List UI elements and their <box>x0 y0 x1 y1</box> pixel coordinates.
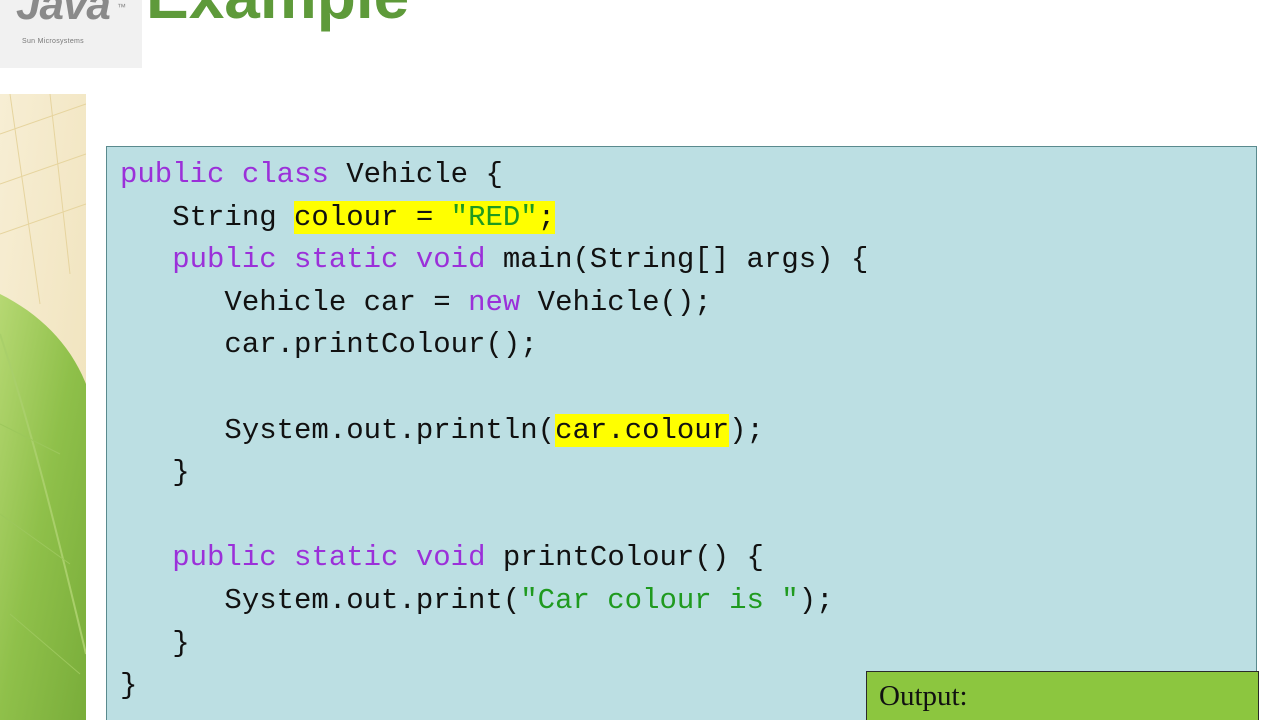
code-string: "Car colour is " <box>520 583 799 617</box>
code-keyword: static <box>294 541 399 575</box>
code-token: Vehicle car = <box>120 285 469 319</box>
code-line: System.out.println(car.colour); <box>120 410 868 453</box>
code-keyword: public <box>120 158 225 191</box>
code-keyword: public <box>172 541 277 575</box>
code-token: String <box>120 200 295 234</box>
code-token: System.out.print( <box>120 583 521 617</box>
code-keyword: new <box>468 285 521 319</box>
code-token: } <box>120 456 190 490</box>
code-line: } <box>120 665 868 708</box>
code-token: main(String[] args) { <box>485 243 869 277</box>
code-string: "RED" <box>450 200 538 234</box>
code-line: String colour = "RED"; <box>120 197 868 240</box>
code-highlight: car.colour <box>555 413 730 447</box>
code-line: } <box>120 623 868 666</box>
java-logo-subtext: Sun Microsystems <box>22 38 84 45</box>
code-line: car.printColour(); <box>120 324 868 367</box>
java-logo: Java ™ Sun Microsystems <box>0 0 142 68</box>
output-panel: Output: <box>866 671 1259 720</box>
code-token: } <box>120 626 190 660</box>
code-line: public class Vehicle { <box>120 154 868 197</box>
java-logo-trademark: ™ <box>117 2 126 12</box>
code-token: System.out.println( <box>120 413 556 447</box>
code-token: ); <box>798 583 834 617</box>
code-token: Vehicle(); <box>520 285 712 319</box>
code-token: Vehicle { <box>328 158 503 191</box>
code-line: public static void printColour() { <box>120 537 868 580</box>
slide-title: Example <box>146 0 409 28</box>
code-highlight: colour = <box>294 200 451 234</box>
code-line: Vehicle car = new Vehicle(); <box>120 282 868 325</box>
code-panel: public class Vehicle { String colour = "… <box>106 146 1257 720</box>
code-keyword: static <box>294 243 399 277</box>
output-label: Output: <box>879 680 968 712</box>
decorative-leaf-background <box>0 94 86 720</box>
code-token: } <box>120 669 138 703</box>
code-token: ); <box>729 413 764 447</box>
code-line: System.out.print("Car colour is "); <box>120 580 868 623</box>
code-keyword: class <box>241 158 329 191</box>
code-highlight: ; <box>537 200 556 234</box>
code-line: public static void main(String[] args) { <box>120 239 868 282</box>
code-line: } <box>120 452 868 495</box>
code-keyword: public <box>172 243 277 277</box>
code-keyword: void <box>415 541 486 575</box>
java-logo-wordmark: Java <box>16 0 111 29</box>
java-code-block: public class Vehicle { String colour = "… <box>120 154 868 708</box>
code-token: car.printColour(); <box>120 328 538 362</box>
code-keyword: void <box>415 243 486 277</box>
code-token: printColour() { <box>485 541 764 575</box>
